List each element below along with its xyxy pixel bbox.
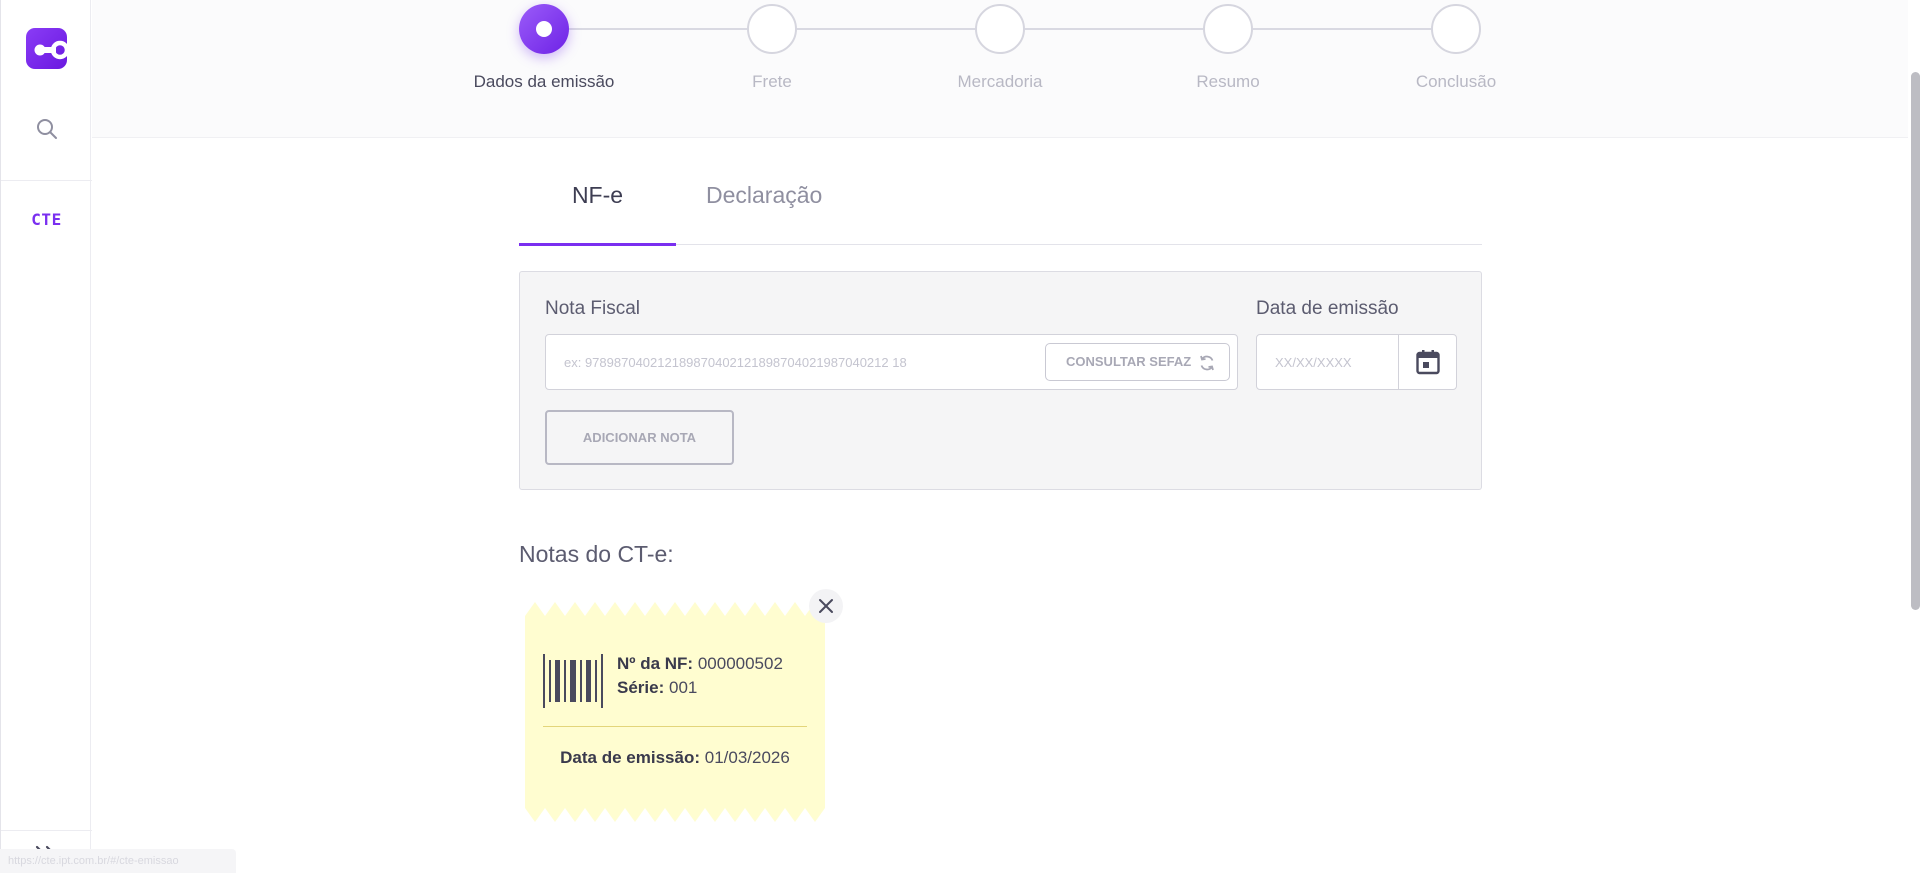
nota-numero-value: 000000502	[697, 654, 783, 673]
nota-fiscal-input[interactable]	[564, 349, 1044, 375]
calendar-icon	[1416, 350, 1440, 375]
step-circle[interactable]	[1431, 4, 1481, 54]
nota-numero-label: Nº da NF:	[617, 654, 694, 673]
step-frete[interactable]: Frete	[692, 4, 852, 92]
nota-data-label: Data de emissão:	[560, 748, 700, 767]
tab-nfe[interactable]: NF-e	[519, 182, 676, 246]
calendar-button[interactable]	[1398, 335, 1456, 389]
document-type-tabs: NF-e Declaração	[519, 170, 1482, 246]
sidebar-item-cte[interactable]: CTE	[1, 210, 92, 229]
step-circle[interactable]	[975, 4, 1025, 54]
step-conclusao[interactable]: Conclusão	[1376, 4, 1536, 92]
close-icon	[819, 599, 833, 613]
sidebar-divider	[1, 180, 92, 181]
nota-fiscal-form: Nota Fiscal CONSULTAR SEFAZ Data de emis…	[519, 271, 1482, 490]
nota-fiscal-field: CONSULTAR SEFAZ	[545, 334, 1238, 390]
nota-card: Nº da NF: 000000502 Série: 001 Data de e…	[525, 589, 843, 822]
search-icon[interactable]	[35, 117, 59, 141]
step-circle[interactable]	[1203, 4, 1253, 54]
step-label: Dados da emissão	[473, 72, 615, 91]
nota-divider	[543, 726, 807, 727]
consultar-sefaz-button[interactable]: CONSULTAR SEFAZ	[1045, 343, 1230, 381]
sidebar-bottom-divider	[1, 830, 92, 831]
step-label: Conclusão	[1415, 72, 1497, 91]
step-label: Mercadoria	[957, 72, 1043, 91]
step-label: Frete	[752, 72, 792, 91]
nota-serie: Série: 001	[617, 678, 697, 698]
remove-nota-button[interactable]	[809, 589, 843, 623]
app-logo-icon[interactable]	[26, 28, 67, 69]
step-circle[interactable]	[747, 4, 797, 54]
nota-data-emissao: Data de emissão: 01/03/2026	[525, 748, 825, 768]
stepper: Dados da emissão Frete Mercadoria Resumo…	[92, 0, 1920, 138]
adicionar-nota-button[interactable]: ADICIONAR NOTA	[545, 410, 734, 465]
sidebar: CTE	[0, 0, 92, 873]
nota-data-value: 01/03/2026	[704, 748, 790, 767]
barcode-icon	[543, 654, 603, 708]
refresh-icon	[1200, 355, 1214, 371]
nota-numero: Nº da NF: 000000502	[617, 654, 783, 674]
consultar-sefaz-label: CONSULTAR SEFAZ	[1066, 354, 1192, 369]
notas-section-title: Notas do CT-e:	[519, 541, 674, 567]
receipt-paper-shape	[525, 602, 825, 822]
nota-fiscal-label: Nota Fiscal	[545, 298, 641, 319]
data-emissao-label: Data de emissão	[1256, 298, 1399, 319]
step-mercadoria[interactable]: Mercadoria	[920, 4, 1080, 92]
step-dados-da-emissao[interactable]: Dados da emissão	[464, 4, 624, 92]
data-emissao-input[interactable]	[1275, 349, 1385, 375]
step-resumo[interactable]: Resumo	[1148, 4, 1308, 92]
step-circle[interactable]	[519, 4, 569, 54]
tab-declaracao[interactable]: Declaração	[706, 182, 822, 244]
step-label: Resumo	[1196, 72, 1260, 91]
data-emissao-field	[1256, 334, 1457, 390]
nota-serie-label: Série:	[617, 678, 665, 697]
status-bar-url: https://cte.ipt.com.br/#/cte-emissao	[0, 849, 236, 873]
nota-serie-value: 001	[668, 678, 698, 697]
scrollbar-thumb[interactable]	[1911, 72, 1920, 610]
